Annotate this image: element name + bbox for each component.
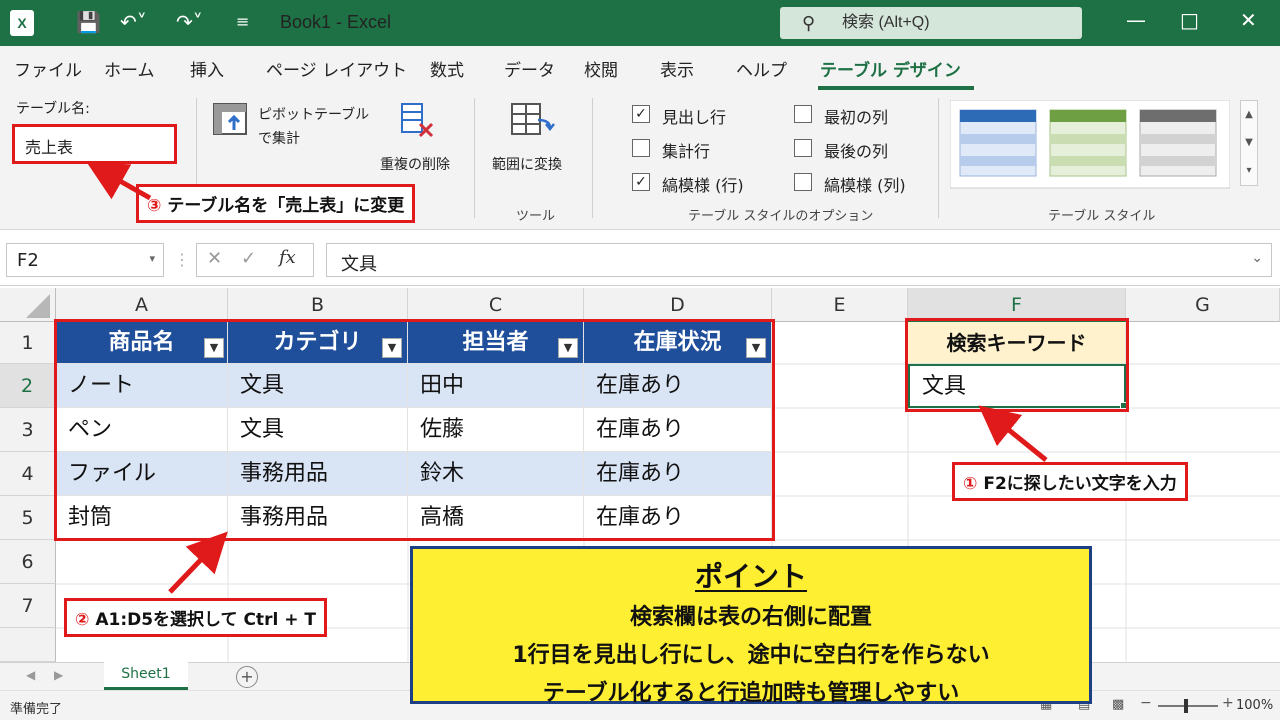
point-title: ポイント: [694, 560, 807, 593]
point-box: ポイント 検索欄は表の右側に配置 1行目を見出し行にし、途中に空白行を作らない …: [410, 546, 1092, 706]
zoom-in-icon[interactable]: +: [1222, 695, 1234, 711]
callout-1: ① F2に探したい文字を入力: [952, 462, 1188, 501]
page-break-view-icon[interactable]: ▩: [1112, 697, 1124, 712]
callout-1-text: F2に探したい文字を入力: [983, 474, 1177, 494]
zoom-slider[interactable]: [1158, 705, 1218, 707]
zoom-out-icon[interactable]: −: [1140, 695, 1152, 711]
callout-1-number: ①: [963, 474, 978, 494]
next-sheet-icon[interactable]: ▶: [54, 668, 63, 682]
point-line: 検索欄は表の右側に配置: [629, 605, 872, 630]
point-line: テーブル化すると行追加時も管理しやすい: [542, 681, 960, 706]
add-sheet-icon[interactable]: +: [236, 666, 258, 688]
zoom-level[interactable]: 100%: [1236, 698, 1273, 713]
zoom-slider-thumb[interactable]: [1184, 699, 1188, 713]
callout-2: ② A1:D5を選択して Ctrl + T: [64, 598, 327, 637]
callout-2-text: A1:D5を選択して Ctrl + T: [95, 610, 316, 630]
sheet-tab-sheet1[interactable]: Sheet1: [104, 662, 188, 690]
prev-sheet-icon[interactable]: ◀: [26, 668, 35, 682]
status-ready: 準備完了: [10, 702, 63, 717]
callout-2-number: ②: [75, 610, 90, 630]
point-line: 1行目を見出し行にし、途中に空白行を作らない: [512, 643, 990, 668]
